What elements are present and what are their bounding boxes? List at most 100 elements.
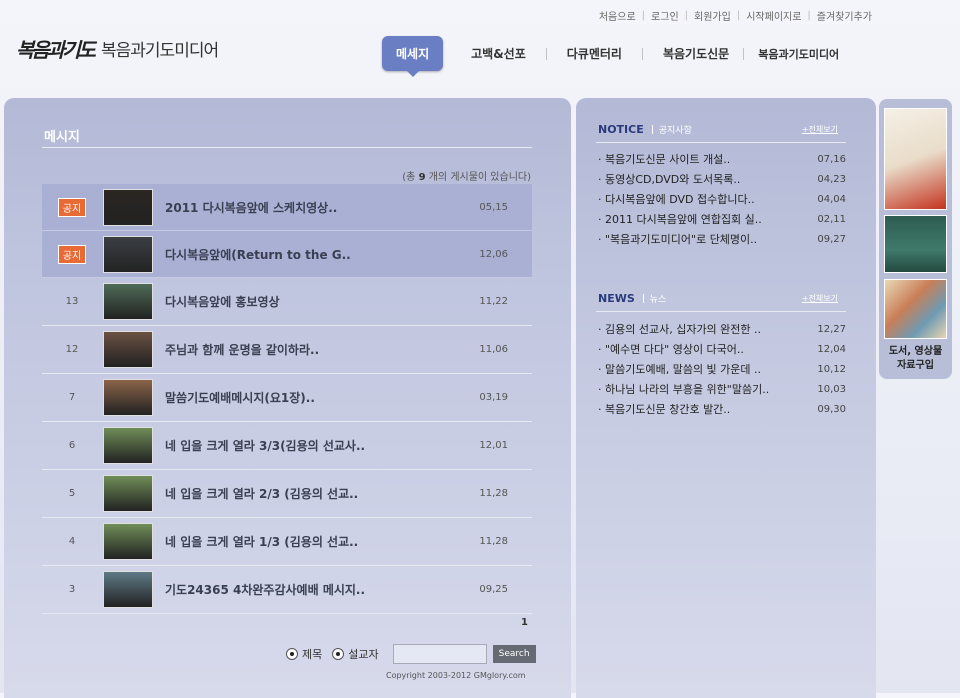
news-item-title[interactable]: · "예수면 다다" 영상이 다국어.. [598,340,798,360]
notice-title: NOTICE [598,123,644,136]
radio-title[interactable] [286,648,298,660]
book-cover-image[interactable] [884,108,947,210]
notice-item-title[interactable]: · 2011 다시복음앞에 연합집회 실.. [598,210,798,230]
message-row[interactable]: 6 네 입을 크게 열라 3/3(김용의 선교사.. 12,01 [42,422,532,470]
news-item-title[interactable]: · 복음기도신문 창간호 발간.. [598,400,798,420]
nav-message[interactable]: 메세지 [382,36,444,77]
news-item-title[interactable]: · 김용의 선교사, 십자가의 완전한 .. [598,320,798,340]
radio-preacher[interactable] [332,648,345,660]
message-title-link[interactable]: 네 입을 크게 열라 2/3 (김용의 선교.. [165,485,455,502]
util-join-link[interactable]: 회원가입 [688,8,737,23]
nav-confession[interactable]: 고백&선포 [471,45,526,62]
message-row[interactable]: 7 말씀기도예배메시지(요1장).. 03,19 [42,374,532,422]
video-thumbnail[interactable] [103,283,153,320]
copyright: Copyright 2003-2012 GMglory.com [386,671,526,680]
notice-item-title[interactable]: · 복음기도신문 사이트 개설.. [598,150,798,170]
message-row[interactable]: 공지 다시복음앞에(Return to the G.. 12,06 [42,231,532,278]
row-number: 3 [68,584,76,595]
row-number: 4 [68,536,76,547]
shop-label[interactable]: 도서, 영상물 자료구입 [884,345,947,373]
message-title-link[interactable]: 네 입을 크게 열라 3/3(김용의 선교사.. [165,437,455,454]
divider [596,311,846,312]
util-bookmark-link[interactable]: 즐겨찾기추가 [811,8,878,23]
notice-item[interactable]: · 다시복음앞에 DVD 접수합니다.. 04,04 [598,190,846,210]
util-startpage-link[interactable]: 시작페이지로 [740,8,807,23]
video-thumbnail[interactable] [103,331,153,368]
notice-item[interactable]: · 복음기도신문 사이트 개설.. 07,16 [598,150,846,170]
radio-title-label: 제목 [302,648,323,661]
message-row[interactable]: 4 네 입을 크게 열라 1/3 (김용의 선교.. 11,28 [42,518,532,566]
row-number: 13 [65,296,79,307]
news-more-link[interactable]: +전체보기 [802,293,838,304]
news-item-date: 10,03 [817,384,846,395]
row-number: 12 [65,344,79,355]
news-item[interactable]: · 하나님 나라의 부흥을 위한"말씀기.. 10,03 [598,380,846,400]
message-title-link[interactable]: 말씀기도예배메시지(요1장).. [165,389,455,406]
row-date: 11,06 [479,344,508,355]
util-login-link[interactable]: 로그인 [645,8,685,23]
notice-item-date: 04,04 [817,194,846,205]
site-logo[interactable]: 복음과기도 복음과기도미디어 [16,34,219,63]
video-thumbnail[interactable] [103,427,153,464]
row-date: 12,01 [479,440,508,451]
notice-more-link[interactable]: +전체보기 [802,124,838,135]
notice-item-title[interactable]: · "복음과기도미디어"로 단체명이.. [598,230,798,250]
message-title-link[interactable]: 다시복음앞에 홍보영상 [165,293,455,310]
materials-collage-image[interactable] [884,279,947,339]
news-item[interactable]: · 말씀기도예배, 말씀의 빛 가운데 .. 10,12 [598,360,846,380]
notice-list: · 복음기도신문 사이트 개설.. 07,16 · 동영상CD,DVD와 도서목록.… [598,150,846,250]
message-title-link[interactable]: 주님과 함께 운명을 같이하라.. [165,341,455,358]
video-thumbnail[interactable] [103,523,153,560]
notice-item[interactable]: · 동영상CD,DVD와 도서목록.. 04,23 [598,170,846,190]
news-item[interactable]: · "예수면 다다" 영상이 다국어.. 12,04 [598,340,846,360]
notice-item-title[interactable]: · 동영상CD,DVD와 도서목록.. [598,170,798,190]
notice-badge-cell: 공지 [42,197,102,217]
notice-item-date: 04,23 [817,174,846,185]
search-button[interactable]: Search [492,645,536,663]
shop-banner[interactable]: 도서, 영상물 자료구입 [879,99,952,379]
news-item[interactable]: · 복음기도신문 창간호 발간.. 09,30 [598,400,846,420]
video-thumbnail[interactable] [103,571,153,608]
message-title-link[interactable]: 다시복음앞에(Return to the G.. [165,246,455,263]
dvd-cover-image[interactable] [884,215,947,273]
message-title-link[interactable]: 2011 다시복음앞에 스케치영상.. [165,199,455,216]
message-row[interactable]: 12 주님과 함께 운명을 같이하라.. 11,06 [42,326,532,374]
message-row[interactable]: 3 기도24365 4차완주감사예배 메시지.. 09,25 [42,566,532,614]
message-row[interactable]: 13 다시복음앞에 홍보영상 11,22 [42,278,532,326]
page-number[interactable]: 1 [521,617,528,628]
nav-documentary[interactable]: 다큐멘터리 [567,45,622,62]
search-input[interactable] [392,644,487,664]
news-header: NEWS 뉴스 +전체보기 [598,292,838,305]
news-item-date: 12,27 [817,324,846,335]
main-nav: 메세지 고백&선포 다큐멘터리 복음기도신문 복음과기도미디어 [382,36,839,77]
message-row[interactable]: 공지 2011 다시복음앞에 스케치영상.. 05,15 [42,184,532,231]
nav-newspaper[interactable]: 복음기도신문 [663,45,729,62]
video-thumbnail[interactable] [103,235,153,273]
video-thumbnail[interactable] [103,379,153,416]
util-home-link[interactable]: 처음으로 [593,8,642,23]
video-thumbnail[interactable] [103,188,153,226]
news-item[interactable]: · 김용의 선교사, 십자가의 완전한 .. 12,27 [598,320,846,340]
video-thumbnail[interactable] [103,475,153,512]
divider [642,294,644,303]
notice-item[interactable]: · 2011 다시복음앞에 연합집회 실.. 02,11 [598,210,846,230]
board-title: 메시지 [44,130,80,145]
news-item-title[interactable]: · 하나님 나라의 부흥을 위한"말씀기.. [598,380,798,400]
row-date: 11,22 [479,296,508,307]
radio-preacher-label: 설교자 [348,648,379,661]
divider [651,125,653,134]
news-item-title[interactable]: · 말씀기도예배, 말씀의 빛 가운데 .. [598,360,798,380]
notice-item-title[interactable]: · 다시복음앞에 DVD 접수합니다.. [598,190,798,210]
message-title-link[interactable]: 네 입을 크게 열라 1/3 (김용의 선교.. [165,533,455,550]
news-panel: NOTICE 공지사항 +전체보기 · 복음기도신문 사이트 개설.. 07,16… [576,98,876,698]
shop-label-line1: 도서, 영상물 [888,346,943,357]
notice-header: NOTICE 공지사항 +전체보기 [598,123,838,136]
notice-item[interactable]: · "복음과기도미디어"로 단체명이.. 09,27 [598,230,846,250]
shop-label-line2: 자료구입 [897,360,934,371]
divider [596,142,846,143]
message-board: 메시지 (총 9 개의 게시물이 있습니다) 공지 2011 다시복음앞에 스케치… [4,98,571,698]
message-title-link[interactable]: 기도24365 4차완주감사예배 메시지.. [165,581,455,598]
message-row[interactable]: 5 네 입을 크게 열라 2/3 (김용의 선교.. 11,28 [42,470,532,518]
nav-media[interactable]: 복음과기도미디어 [758,46,839,62]
divider [641,47,643,60]
